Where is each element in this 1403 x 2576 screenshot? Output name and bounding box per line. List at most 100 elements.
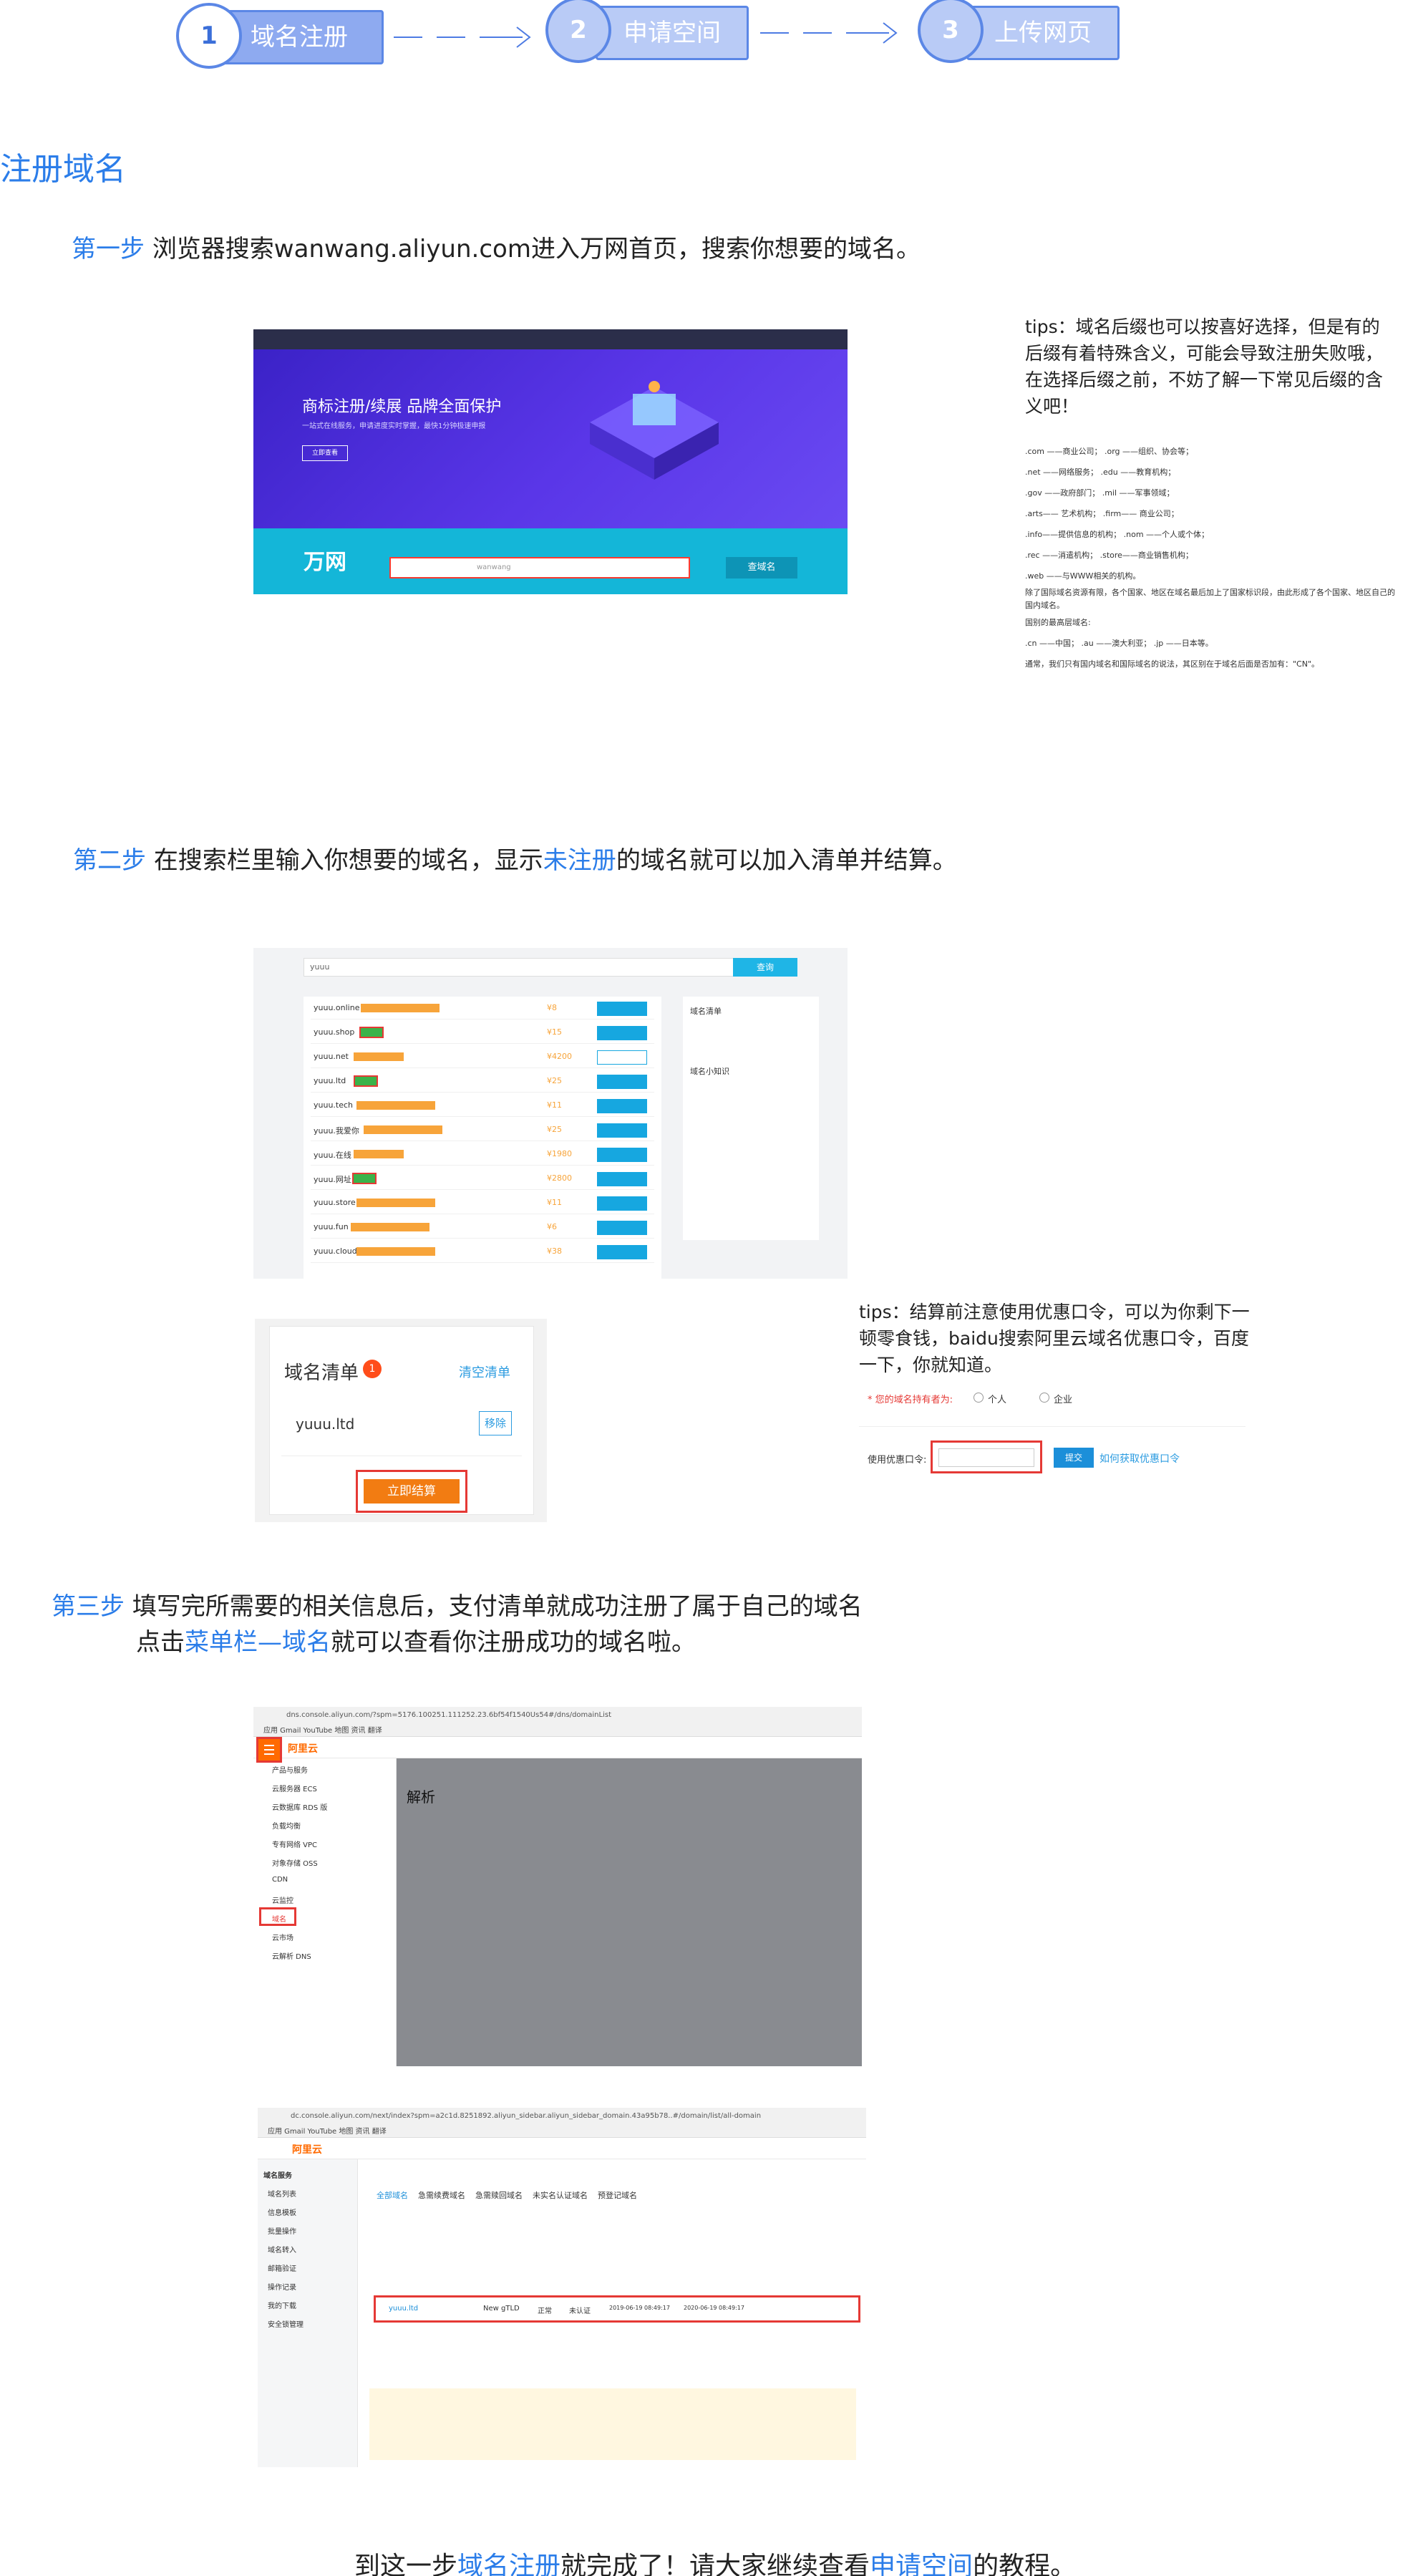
- add-to-list-button[interactable]: [597, 1221, 647, 1235]
- step-2-label[interactable]: 申请空间: [596, 6, 749, 60]
- sidebar-item[interactable]: 操作记录: [268, 2281, 296, 2292]
- apply-space-link[interactable]: 申请空间: [870, 2552, 973, 2576]
- coupon-help-link[interactable]: 如何获取优惠口令: [1099, 1451, 1180, 1466]
- menu-item[interactable]: 云数据库 RDS 版: [272, 1801, 327, 1812]
- menu-item[interactable]: 产品与服务: [272, 1764, 308, 1775]
- result-row: yuuu.fun ¥6: [311, 1217, 654, 1239]
- reg-date-cell: 2019-06-19 08:49:17: [609, 2305, 670, 2311]
- sidebar-item[interactable]: 安全锁管理: [268, 2318, 304, 2329]
- menu-item[interactable]: 负载均衡: [272, 1820, 301, 1831]
- add-to-list-button[interactable]: [597, 1050, 647, 1065]
- result-row: yuuu.net ¥4200: [311, 1047, 654, 1068]
- domain-verify-cell: 未认证: [569, 2308, 591, 2315]
- coupon-input[interactable]: [938, 1448, 1034, 1467]
- notice-box: [369, 2388, 856, 2460]
- menu-item[interactable]: CDN: [272, 1876, 288, 1884]
- cart-item-domain: yuuu.ltd: [296, 1415, 355, 1433]
- add-to-list-button[interactable]: [597, 1245, 647, 1259]
- address-bar[interactable]: dc.console.aliyun.com/next/index?spm=a2c…: [291, 2112, 761, 2124]
- tld-line: .web ——与WWW相关的机构。: [1025, 571, 1141, 581]
- aliyun-logo: 阿里云: [292, 2144, 322, 2156]
- tld-line: 国别的最高层域名:: [1025, 618, 1091, 627]
- side-panel: 域名清单 域名小知识: [683, 997, 819, 1240]
- option-company: 企业: [1054, 1395, 1073, 1405]
- console-topbar: 阿里云: [258, 2138, 866, 2159]
- search-button[interactable]: 查询: [733, 958, 797, 977]
- search-input[interactable]: yuuu: [304, 958, 790, 977]
- coupon-highlight: [931, 1440, 1042, 1473]
- bookmarks-bar: 应用 Gmail YouTube 地图 资讯 翻译: [268, 2128, 387, 2136]
- arrow-right-icon: [760, 22, 898, 44]
- result-row: yuuu.网址 ¥2800: [311, 1168, 654, 1190]
- add-to-list-button[interactable]: [597, 1099, 647, 1113]
- step-3-line2-after: 就可以查看你注册成功的域名啦。: [331, 1628, 696, 1657]
- remove-button[interactable]: 移除: [479, 1411, 512, 1435]
- tld-line: 通常，我们只有国内域名和国际域名的说法，其区别在于域名后面是否加有："CN"。: [1025, 659, 1320, 669]
- menu-item[interactable]: 对象存储 OSS: [272, 1857, 318, 1868]
- cart-title: 域名清单: [284, 1362, 359, 1384]
- tld-line: .com ——商业公司； .org ——组织、协会等；: [1025, 447, 1194, 456]
- tab-all-domains[interactable]: 全部域名: [377, 2191, 408, 2200]
- tld-line: .rec ——消遣机构； .store——商业销售机构；: [1025, 551, 1193, 560]
- result-row: yuuu.我爱你 ¥25: [311, 1120, 654, 1141]
- domain-tabs: 全部域名 急需续费域名 急需赎回域名 未实名认证域名 预登记域名: [377, 2189, 637, 2201]
- menu-item[interactable]: 云解析 DNS: [272, 1950, 311, 1961]
- domain-search-button[interactable]: 查域名: [726, 557, 797, 578]
- domain-row-highlight[interactable]: yuuu.ltd New gTLD 正常 未认证 2019-06-19 08:4…: [374, 2295, 860, 2323]
- tab-renew[interactable]: 急需续费域名: [418, 2191, 465, 2200]
- tld-line: .net ——网络服务； .edu ——教育机构；: [1025, 468, 1176, 477]
- step-3-label[interactable]: 上传网页: [966, 6, 1120, 60]
- result-row: yuuu.online ¥8: [311, 998, 654, 1020]
- menu-item[interactable]: 云市场: [272, 1932, 293, 1942]
- radio-company[interactable]: [1039, 1393, 1049, 1403]
- sidebar-item[interactable]: 域名列表: [268, 2188, 296, 2199]
- menu-item[interactable]: 专有网络 VPC: [272, 1839, 317, 1849]
- tab-unverified[interactable]: 未实名认证域名: [533, 2191, 588, 2200]
- step-3-instruction-line2: 点击菜单栏—域名就可以查看你注册成功的域名啦。: [136, 1622, 696, 1657]
- clear-cart-link[interactable]: 清空清单: [459, 1362, 510, 1381]
- arrow-right-icon: [394, 26, 531, 48]
- menu-icon[interactable]: [256, 1737, 282, 1763]
- step-2-prefix: 第二步: [73, 846, 146, 875]
- domain-register-link[interactable]: 域名注册: [457, 2552, 560, 2576]
- add-to-list-button[interactable]: [597, 1002, 647, 1016]
- sidebar-item[interactable]: 邮箱验证: [268, 2262, 296, 2273]
- domain-menu-highlight: [259, 1907, 296, 1926]
- add-to-list-button[interactable]: [597, 1075, 647, 1089]
- cart-screenshot: 域名清单 1 清空清单 yuuu.ltd 移除 立即结算: [255, 1319, 547, 1522]
- tab-redeem[interactable]: 急需赎回域名: [475, 2191, 523, 2200]
- step-3-line2-highlight: 菜单栏—域名: [185, 1628, 331, 1657]
- hero-button[interactable]: 立即查看: [302, 445, 348, 461]
- coupon-label: 使用优惠口令:: [868, 1455, 927, 1466]
- tld-line: 除了国际域名资源有限，各个国家、地区在域名最后加上了国家标识段，由此形成了各个国…: [1025, 588, 1395, 610]
- add-to-list-button[interactable]: [597, 1123, 647, 1138]
- result-row: yuuu.tech ¥11: [311, 1095, 654, 1117]
- result-row: yuuu.store ¥11: [311, 1193, 654, 1214]
- domain-search-input[interactable]: wanwang: [389, 557, 690, 578]
- conclusion: 到这一步域名注册就完成了！请大家继续查看申请空间的教程。: [354, 2545, 1076, 2576]
- isometric-illustration: [590, 381, 719, 480]
- menu-item[interactable]: 云服务器 ECS: [272, 1783, 317, 1793]
- step-3-line2-before: 点击: [136, 1628, 185, 1657]
- add-to-list-button[interactable]: [597, 1196, 647, 1211]
- settle-button[interactable]: 立即结算: [364, 1479, 460, 1504]
- divider: [859, 1426, 1246, 1427]
- radio-personal[interactable]: [974, 1393, 984, 1403]
- sidebar-item[interactable]: 信息模板: [268, 2207, 296, 2217]
- screenshot-domain-search: yuuu 查询 yuuu.online ¥8 yuuu.shop ¥15 yuuu.…: [253, 948, 848, 1279]
- add-to-list-button[interactable]: [597, 1026, 647, 1040]
- add-to-list-button[interactable]: [597, 1172, 647, 1186]
- submit-button[interactable]: 提交: [1054, 1448, 1094, 1468]
- domain-name-cell[interactable]: yuuu.ltd: [389, 2305, 418, 2313]
- sidebar-item[interactable]: 批量操作: [268, 2225, 296, 2236]
- menu-item[interactable]: 云监控: [272, 1894, 293, 1905]
- sidebar-item[interactable]: 我的下载: [268, 2300, 296, 2310]
- step-1-instruction: 第一步 浏览器搜索wanwang.aliyun.com进入万网首页，搜索你想要的…: [72, 229, 921, 264]
- tab-preregistered[interactable]: 预登记域名: [598, 2191, 637, 2200]
- address-bar[interactable]: dns.console.aliyun.com/?spm=5176.100251.…: [286, 1711, 611, 1723]
- sidebar-item[interactable]: 域名转入: [268, 2244, 296, 2255]
- result-row: yuuu.shop ¥15: [311, 1022, 654, 1044]
- add-to-list-button[interactable]: [597, 1148, 647, 1162]
- domain-sidebar: 域名服务 域名列表 信息模板 批量操作 域名转入 邮箱验证 操作记录 我的下载 …: [258, 2159, 358, 2467]
- side-knowledge-title: 域名小知识: [690, 1067, 729, 1076]
